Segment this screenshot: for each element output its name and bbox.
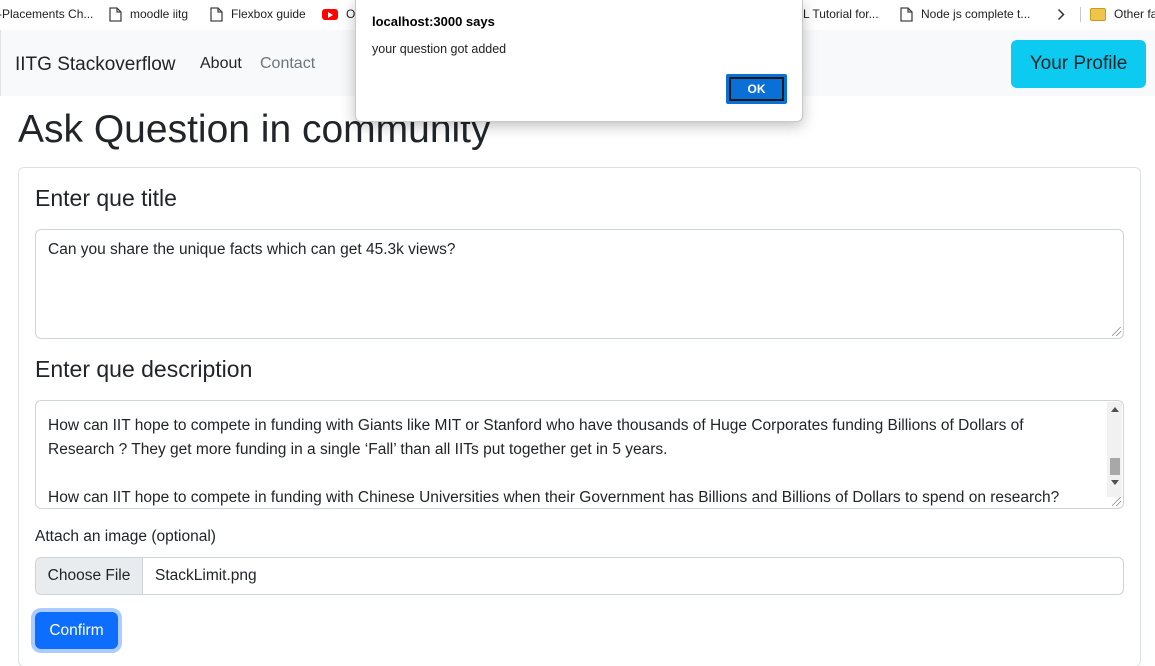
bookmark-label: moodle iitg xyxy=(130,7,189,21)
scroll-down-arrow-icon[interactable] xyxy=(1111,480,1119,485)
dialog-ok-button[interactable]: OK xyxy=(726,74,787,104)
bookmark-tutorial[interactable]: L Tutorial for... xyxy=(803,0,879,28)
title-label: Enter que title xyxy=(35,185,177,211)
bookmark-label: O xyxy=(346,7,356,21)
bookmark-moodle[interactable]: moodle iitg xyxy=(109,0,188,28)
your-profile-button[interactable]: Your Profile xyxy=(1011,40,1146,88)
confirm-button[interactable]: Confirm xyxy=(35,612,118,649)
bookmark-label: Other fa xyxy=(1114,7,1155,21)
description-line: How can IIT hope to compete in funding w… xyxy=(48,417,1024,434)
description-line xyxy=(48,462,1083,486)
resize-grip-icon[interactable] xyxy=(1112,327,1121,336)
bookmark-separator xyxy=(1080,7,1081,22)
bookmark-youtube[interactable]: O xyxy=(322,0,355,28)
page-icon xyxy=(900,6,913,22)
page-icon xyxy=(210,6,223,22)
bookmark-nodejs[interactable]: Node js complete t... xyxy=(900,0,1030,28)
folder-icon xyxy=(1090,7,1106,21)
bookmark-label: -Placements Ch... xyxy=(0,7,94,21)
resize-grip-icon[interactable] xyxy=(1112,497,1121,506)
description-line: How can IIT hope to compete in funding w… xyxy=(48,489,1060,506)
bookmark-flexbox[interactable]: Flexbox guide xyxy=(210,0,306,28)
navbar-brand[interactable]: IITG Stackoverflow xyxy=(15,54,176,76)
question-title-value: Can you share the unique facts which can… xyxy=(48,241,456,258)
bookmark-label: L Tutorial for... xyxy=(803,7,879,21)
dialog-title: localhost:3000 says xyxy=(372,14,495,29)
selected-file-name: StackLimit.png xyxy=(155,567,257,584)
bookmark-placements[interactable]: -Placements Ch... xyxy=(0,0,93,28)
question-title-textarea[interactable]: Can you share the unique facts which can… xyxy=(35,229,1124,339)
scroll-thumb[interactable] xyxy=(1110,458,1120,475)
description-line: Research ? They get more funding in a si… xyxy=(48,441,668,458)
attach-image-label: Attach an image (optional) xyxy=(35,528,216,545)
page-icon xyxy=(109,6,122,22)
nav-link-about[interactable]: About xyxy=(200,55,242,73)
chevron-right-icon xyxy=(1057,8,1065,20)
bookmark-other-folder[interactable]: Other fa xyxy=(1090,0,1155,28)
description-scrollbar[interactable] xyxy=(1107,402,1122,497)
more-bookmarks-button[interactable] xyxy=(1057,0,1065,28)
description-label: Enter que description xyxy=(35,356,253,382)
nav-link-contact[interactable]: Contact xyxy=(260,55,315,73)
choose-file-button[interactable]: Choose File xyxy=(36,558,143,594)
image-file-input[interactable]: Choose File StackLimit.png xyxy=(35,557,1124,595)
bookmark-label: Flexbox guide xyxy=(231,7,306,21)
dialog-message: your question got added xyxy=(372,42,507,56)
youtube-icon xyxy=(322,8,338,20)
bookmark-label: Node js complete t... xyxy=(921,7,1031,21)
alert-dialog: localhost:3000 says your question got ad… xyxy=(355,0,803,122)
scroll-up-arrow-icon[interactable] xyxy=(1111,407,1119,412)
question-description-textarea[interactable]: How can IIT hope to compete in funding w… xyxy=(35,400,1124,509)
